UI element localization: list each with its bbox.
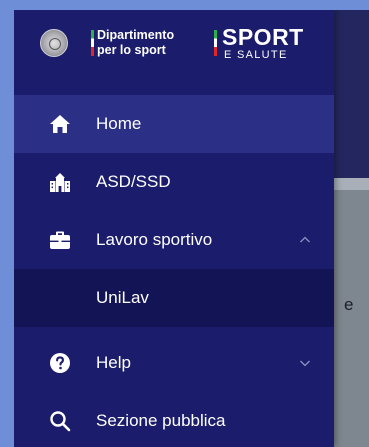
navigation-drawer: Dipartimento per lo sport SPORT E SALUTE…: [14, 10, 334, 447]
menu-item-label: ASD/SSD: [96, 172, 171, 191]
screen: e Dipartimento per lo sport SPORT E SALU…: [14, 10, 369, 447]
menu-item-asd-ssd[interactable]: ASD/SSD: [14, 153, 334, 211]
buildings-icon: [48, 170, 72, 194]
chevron-up-icon: [300, 236, 310, 243]
background-page-text: e: [344, 295, 354, 314]
help-circle-icon: [48, 351, 72, 375]
briefcase-icon: [48, 228, 72, 252]
department-line-1: Dipartimento: [97, 28, 175, 42]
department-logo-text: Dipartimento per lo sport: [97, 28, 174, 58]
sport-e-salute-logo[interactable]: SPORT E SALUTE: [222, 24, 304, 62]
menu-item-home[interactable]: Home: [14, 95, 334, 153]
drawer-header: Dipartimento per lo sport SPORT E SALUTE: [14, 10, 334, 74]
menu-item-lavoro-sportivo[interactable]: Lavoro sportivo: [14, 211, 334, 269]
submenu-item-label: UniLav: [96, 288, 149, 307]
tricolor-divider: [91, 30, 94, 56]
tricolor-divider: [214, 30, 217, 56]
menu-item-label: Home: [96, 114, 142, 133]
submenu-item-unilav[interactable]: UniLav: [14, 269, 334, 327]
menu-item-help[interactable]: Help: [14, 334, 334, 392]
home-icon: [48, 112, 72, 136]
menu-item-sezione-pubblica[interactable]: Sezione pubblica: [14, 392, 334, 447]
menu-item-label: Help: [96, 353, 131, 372]
menu-item-label: Lavoro sportivo: [96, 230, 213, 249]
brand-sub-text: E SALUTE: [224, 49, 288, 61]
chevron-down-icon: [300, 360, 310, 367]
department-line-2: per lo sport: [97, 43, 166, 57]
menu-item-label: Sezione pubblica: [96, 411, 226, 430]
brand-main-text: SPORT: [222, 24, 304, 50]
search-icon: [48, 409, 72, 433]
italian-republic-emblem-icon: [40, 29, 68, 57]
